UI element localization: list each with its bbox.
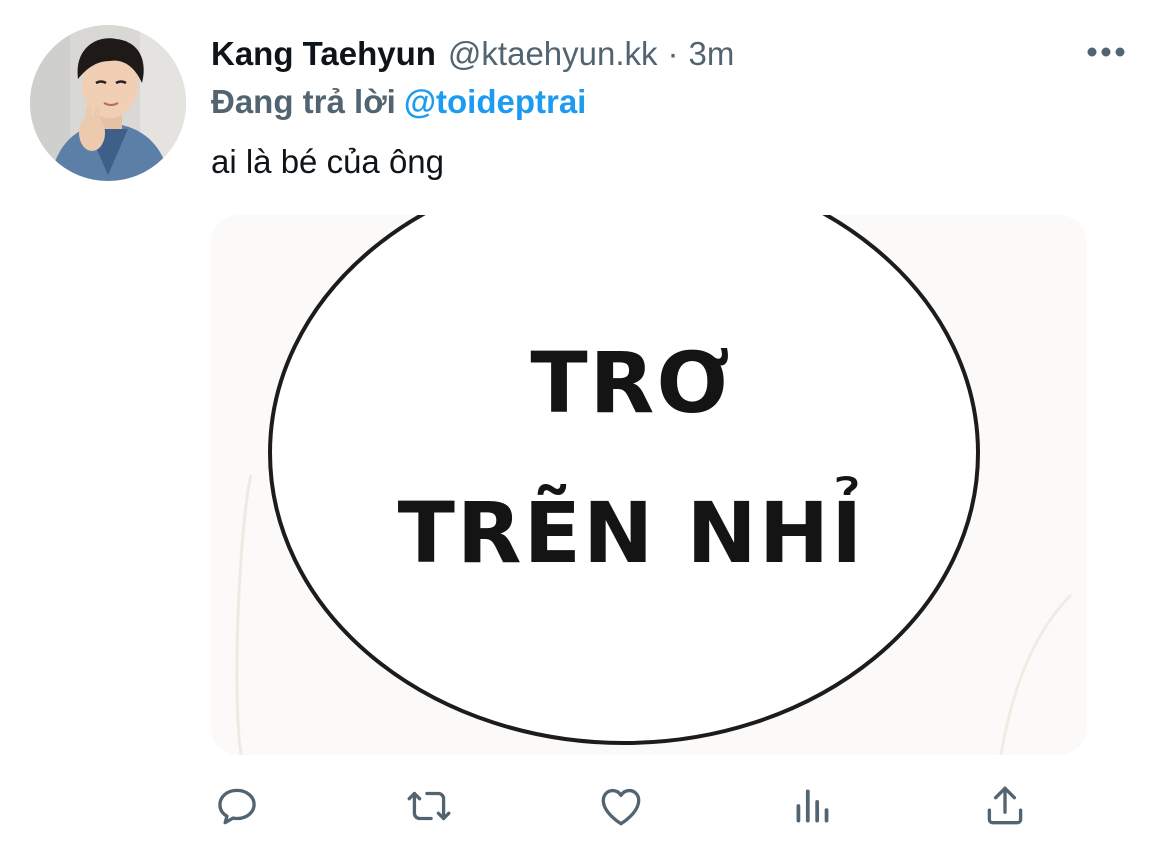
author-display-name[interactable]: Kang Taehyun xyxy=(211,34,436,74)
author-handle[interactable]: @ktaehyun.kk xyxy=(448,34,658,74)
more-icon xyxy=(1087,47,1125,57)
tweet-timestamp[interactable]: 3m xyxy=(689,34,735,74)
share-icon xyxy=(987,786,1023,825)
more-options-button[interactable] xyxy=(1082,36,1130,68)
separator-dot: · xyxy=(667,35,679,72)
tweet-media-image[interactable]: TRƠ TRẼN NHỈ xyxy=(211,215,1087,755)
heart-icon xyxy=(601,788,641,826)
avatar-photo xyxy=(30,25,186,181)
media-caption-line-2: TRẼN NHỈ xyxy=(397,484,865,582)
replying-to-label: Đang trả lời xyxy=(211,83,396,120)
reply-mention-link[interactable]: @toideptrai xyxy=(404,83,587,120)
share-button[interactable] xyxy=(974,775,1036,837)
reply-button[interactable] xyxy=(206,775,268,837)
retweet-icon xyxy=(407,791,451,821)
tweet-actions-bar xyxy=(0,775,1170,837)
like-button[interactable] xyxy=(590,775,652,837)
retweet-button[interactable] xyxy=(398,775,460,837)
author-avatar[interactable] xyxy=(30,25,186,181)
analytics-button[interactable] xyxy=(782,775,844,837)
media-caption-line-1: TRƠ xyxy=(530,334,732,432)
tweet-header: Kang Taehyun @ktaehyun.kk · 3m xyxy=(211,34,734,74)
tweet-text: ai là bé của ông xyxy=(211,143,445,180)
comment-icon xyxy=(218,788,256,825)
replying-to: Đang trả lời @toideptrai xyxy=(211,82,586,122)
bar-chart-icon xyxy=(796,789,829,823)
